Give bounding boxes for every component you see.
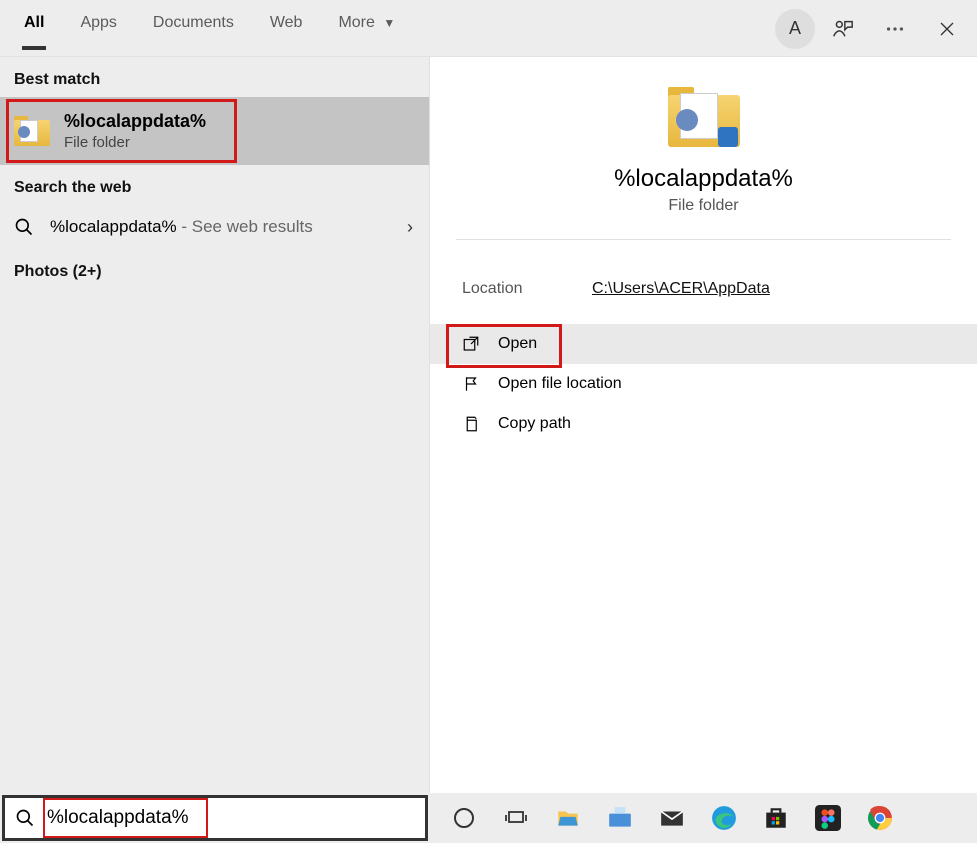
search-tabs: All Apps Documents Web More ▼ A	[0, 0, 977, 57]
photos-heading[interactable]: Photos (2+)	[0, 249, 429, 289]
file-explorer-icon[interactable]	[546, 796, 590, 840]
location-row: Location C:\Users\ACER\AppData	[430, 258, 977, 320]
best-match-subtitle: File folder	[64, 134, 206, 151]
copy-icon	[462, 415, 482, 433]
tab-all[interactable]: All	[6, 0, 62, 50]
user-avatar[interactable]: A	[775, 9, 815, 49]
tab-more-label: More	[338, 14, 374, 31]
close-icon[interactable]	[923, 5, 971, 53]
search-web-heading: Search the web	[0, 165, 429, 205]
action-open-location-label: Open file location	[498, 375, 622, 393]
cortana-icon[interactable]	[442, 796, 486, 840]
store-icon[interactable]	[754, 796, 798, 840]
edge-icon[interactable]	[702, 796, 746, 840]
more-options-icon[interactable]	[871, 5, 919, 53]
action-open-location[interactable]: Open file location	[430, 364, 977, 404]
keyboard-icon[interactable]	[598, 796, 642, 840]
taskbar-search-input[interactable]	[45, 806, 405, 830]
action-copy-path[interactable]: Copy path	[430, 404, 977, 444]
figma-icon[interactable]	[806, 796, 850, 840]
best-match-heading: Best match	[0, 57, 429, 97]
location-label: Location	[462, 280, 592, 298]
chrome-icon[interactable]	[858, 796, 902, 840]
caret-down-icon: ▼	[383, 16, 395, 30]
taskbar	[0, 793, 977, 843]
best-match-title: %localappdata%	[64, 111, 206, 132]
preview-subtitle: File folder	[456, 197, 951, 215]
feedback-icon[interactable]	[819, 5, 867, 53]
tab-documents[interactable]: Documents	[135, 0, 252, 50]
web-result-query: %localappdata%	[50, 217, 177, 236]
open-icon	[462, 335, 482, 353]
search-icon	[15, 808, 35, 828]
preview-title: %localappdata%	[456, 165, 951, 193]
preview-folder-icon	[668, 87, 740, 147]
task-view-icon[interactable]	[494, 796, 538, 840]
action-open[interactable]: Open	[430, 324, 977, 364]
tab-more[interactable]: More ▼	[320, 0, 413, 50]
search-icon	[14, 217, 36, 237]
folder-icon	[14, 116, 50, 146]
best-match-result[interactable]: %localappdata% File folder	[0, 97, 429, 165]
tab-web[interactable]: Web	[252, 0, 321, 50]
action-copy-path-label: Copy path	[498, 415, 571, 433]
web-result-item[interactable]: %localappdata% - See web results ›	[0, 205, 429, 249]
web-result-suffix: - See web results	[177, 217, 313, 236]
action-open-label: Open	[498, 335, 537, 353]
chevron-right-icon[interactable]: ›	[407, 217, 413, 238]
tab-apps[interactable]: Apps	[62, 0, 134, 50]
open-location-icon	[462, 375, 482, 393]
taskbar-search[interactable]	[2, 795, 428, 841]
location-value[interactable]: C:\Users\ACER\AppData	[592, 280, 770, 298]
mail-icon[interactable]	[650, 796, 694, 840]
